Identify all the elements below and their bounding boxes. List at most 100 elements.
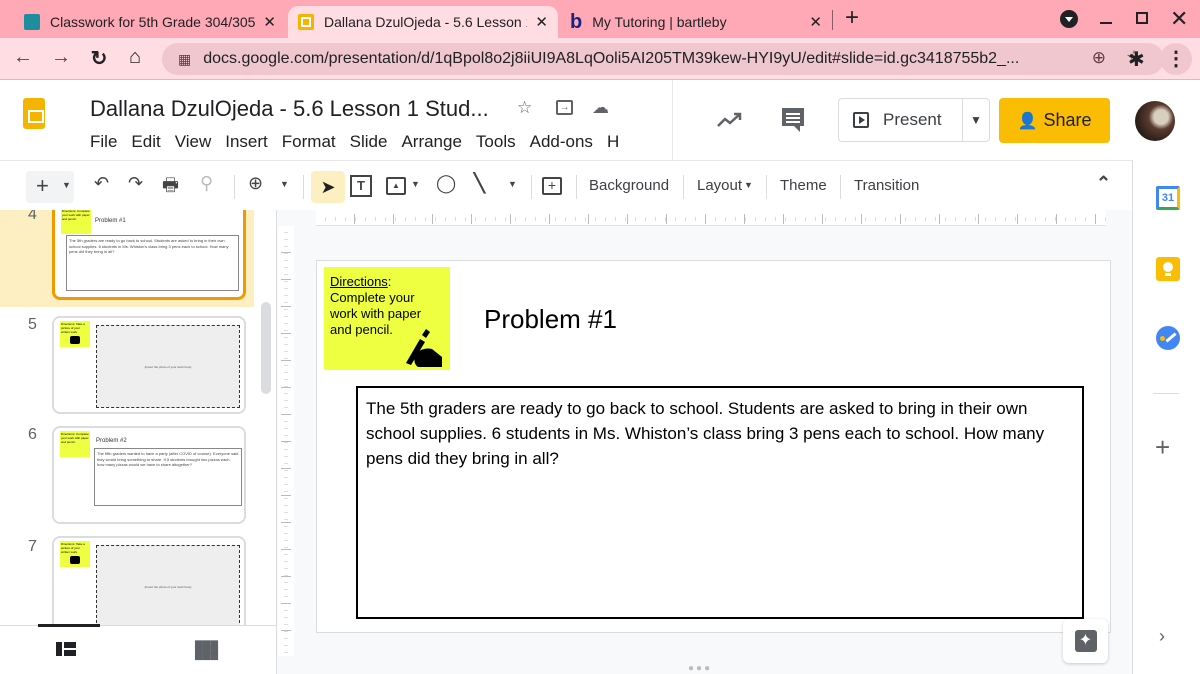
move-folder-icon[interactable]: → xyxy=(556,100,573,115)
text-box-icon[interactable]: T xyxy=(350,175,372,197)
close-tab-icon[interactable]: ✕ xyxy=(809,13,822,31)
plus-icon: + xyxy=(36,173,49,198)
restore-icon[interactable] xyxy=(1136,12,1148,24)
menu-arrange[interactable]: Arrange xyxy=(401,132,461,152)
tab-bartleby[interactable]: b My Tutoring | bartleby ✕ xyxy=(560,6,832,38)
slide-thumbnail-5[interactable]: Directions: Take a picture of your writt… xyxy=(52,316,246,414)
classroom-icon xyxy=(24,14,40,30)
filmstrip-scrollbar[interactable] xyxy=(261,302,271,394)
transition-button[interactable]: Transition xyxy=(854,177,919,194)
active-view-indicator xyxy=(38,624,100,627)
zoom-icon[interactable]: ⊕ xyxy=(248,173,263,194)
print-icon[interactable]: 🖶 xyxy=(162,173,179,203)
resize-handle-dots[interactable]: ●●● xyxy=(688,663,712,674)
problem-title[interactable]: Problem #1 xyxy=(484,304,617,335)
tab-title: Dallana DzulOjeda - 5.6 Lesson 1 xyxy=(324,14,528,30)
filmstrip-view-icon[interactable] xyxy=(56,642,76,656)
menu-view[interactable]: View xyxy=(175,132,212,152)
tab-classwork[interactable]: Classwork for 5th Grade 304/305 ✕ xyxy=(14,6,286,38)
slides-logo-icon[interactable] xyxy=(23,98,45,129)
vertical-ruler[interactable] xyxy=(278,226,294,656)
cloud-saved-icon[interactable]: ☁ xyxy=(592,98,609,118)
shape-icon[interactable]: ◯ xyxy=(436,173,456,194)
thumb-body: The 5th graders are ready to go back to … xyxy=(66,235,239,291)
close-tab-icon[interactable]: ✕ xyxy=(535,13,548,31)
share-button[interactable]: 👤 Share xyxy=(999,98,1110,143)
redo-icon[interactable]: ↷ xyxy=(128,173,143,194)
collapse-toolbar-icon[interactable]: ⌃ xyxy=(1096,173,1111,194)
bartleby-icon: b xyxy=(570,11,583,33)
layout-button[interactable]: Layout xyxy=(697,177,742,194)
address-bar[interactable]: ▦ docs.google.com/presentation/d/1qBpol8… xyxy=(162,43,1164,75)
reload-icon[interactable]: ↻ xyxy=(86,46,112,71)
problem-text-box[interactable]: The 5th graders are ready to go back to … xyxy=(356,386,1084,619)
present-label: Present xyxy=(883,110,942,129)
new-slide-button[interactable]: + ▼ xyxy=(26,171,74,203)
menu-insert[interactable]: Insert xyxy=(225,132,268,152)
horizontal-ruler[interactable] xyxy=(316,210,1106,226)
forward-icon[interactable]: → xyxy=(48,46,74,69)
menu-edit[interactable]: Edit xyxy=(131,132,160,152)
browser-toolbar: ← → ↻ ⌂ ▦ docs.google.com/presentation/d… xyxy=(0,38,1200,80)
close-tab-icon[interactable]: ✕ xyxy=(263,13,276,31)
present-play-icon xyxy=(853,112,869,128)
comments-icon[interactable] xyxy=(780,106,806,134)
line-icon[interactable]: ╲ xyxy=(474,173,485,194)
slide-thumbnail-6[interactable]: Directions: Complete your work with pape… xyxy=(52,426,246,524)
new-tab-button[interactable]: + xyxy=(845,4,859,32)
thumb-directions: Directions: Complete your work with pape… xyxy=(60,431,90,457)
back-icon[interactable]: ← xyxy=(10,46,36,69)
layout-dropdown-icon[interactable]: ▼ xyxy=(744,180,753,190)
slide-number: 7 xyxy=(28,538,37,555)
extensions-icon[interactable]: ✱ xyxy=(1128,47,1145,72)
grid-view-icon[interactable]: ■■■ ■■■ ■■■ xyxy=(194,637,219,665)
add-comment-icon[interactable]: + xyxy=(542,177,562,195)
zoom-icon[interactable]: ⊕ xyxy=(1092,48,1106,68)
site-info-icon[interactable]: ▦ xyxy=(178,51,191,68)
undo-icon[interactable]: ↶ xyxy=(94,173,109,194)
menu-slide[interactable]: Slide xyxy=(350,132,388,152)
close-window-icon[interactable]: ✕ xyxy=(1170,6,1188,32)
menu-help[interactable]: H xyxy=(607,132,619,152)
thumb-body: The fifth graders wanted to have a party… xyxy=(94,448,242,506)
camera-icon xyxy=(70,556,80,564)
star-icon[interactable]: ☆ xyxy=(517,98,532,118)
zoom-dropdown-icon[interactable]: ▼ xyxy=(280,179,289,189)
activity-trend-icon[interactable] xyxy=(716,110,744,130)
expand-side-panel-icon[interactable]: › xyxy=(1159,626,1165,647)
menu-format[interactable]: Format xyxy=(282,132,336,152)
edit-toolbar: + ▼ ↶ ↷ 🖶 ⚲ ⊕ ▼ ➤ T ▲ ▼ ◯ ╲ ▼ + Backgrou… xyxy=(0,160,1132,210)
tab-title: Classwork for 5th Grade 304/305 xyxy=(50,14,256,30)
document-title[interactable]: Dallana DzulOjeda - 5.6 Lesson 1 Stud... xyxy=(90,96,489,122)
menu-file[interactable]: File xyxy=(90,132,117,152)
slide-thumbnail-4[interactable]: Directions: Complete your work with pape… xyxy=(52,210,246,300)
present-dropdown-icon[interactable]: ▼ xyxy=(963,113,989,127)
tasks-icon[interactable] xyxy=(1156,326,1180,350)
thumb-title: Problem #2 xyxy=(96,438,127,444)
explore-button[interactable]: ✦ xyxy=(1063,619,1108,663)
person-icon: 👤 xyxy=(1017,112,1038,130)
get-add-ons-button[interactable]: + xyxy=(1155,432,1170,463)
camera-icon xyxy=(70,336,80,344)
image-dropdown-icon[interactable]: ▼ xyxy=(411,179,420,189)
calendar-icon[interactable]: 31 xyxy=(1156,186,1180,210)
home-icon[interactable]: ⌂ xyxy=(122,46,148,69)
menu-add-ons[interactable]: Add-ons xyxy=(530,132,593,152)
user-avatar[interactable] xyxy=(1135,101,1175,141)
slides-icon xyxy=(298,14,314,30)
slide-number: 6 xyxy=(28,426,37,443)
keep-icon[interactable] xyxy=(1156,257,1180,281)
select-tool-icon[interactable]: ➤ xyxy=(311,171,345,203)
profile-dropdown-icon[interactable] xyxy=(1060,10,1078,28)
slide-thumbnail-7[interactable]: Directions: Take a picture of your writt… xyxy=(52,536,246,634)
tab-slides[interactable]: Dallana DzulOjeda - 5.6 Lesson 1 ✕ xyxy=(288,6,558,38)
browser-menu-icon[interactable]: ⋮ xyxy=(1160,43,1192,75)
minimize-icon[interactable] xyxy=(1100,22,1112,24)
paint-format-icon[interactable]: ⚲ xyxy=(200,173,213,194)
background-button[interactable]: Background xyxy=(589,177,669,194)
image-icon[interactable]: ▲ xyxy=(386,177,406,195)
present-button[interactable]: Present ▼ xyxy=(838,98,990,142)
theme-button[interactable]: Theme xyxy=(780,177,827,194)
line-dropdown-icon[interactable]: ▼ xyxy=(508,179,517,189)
menu-tools[interactable]: Tools xyxy=(476,132,516,152)
